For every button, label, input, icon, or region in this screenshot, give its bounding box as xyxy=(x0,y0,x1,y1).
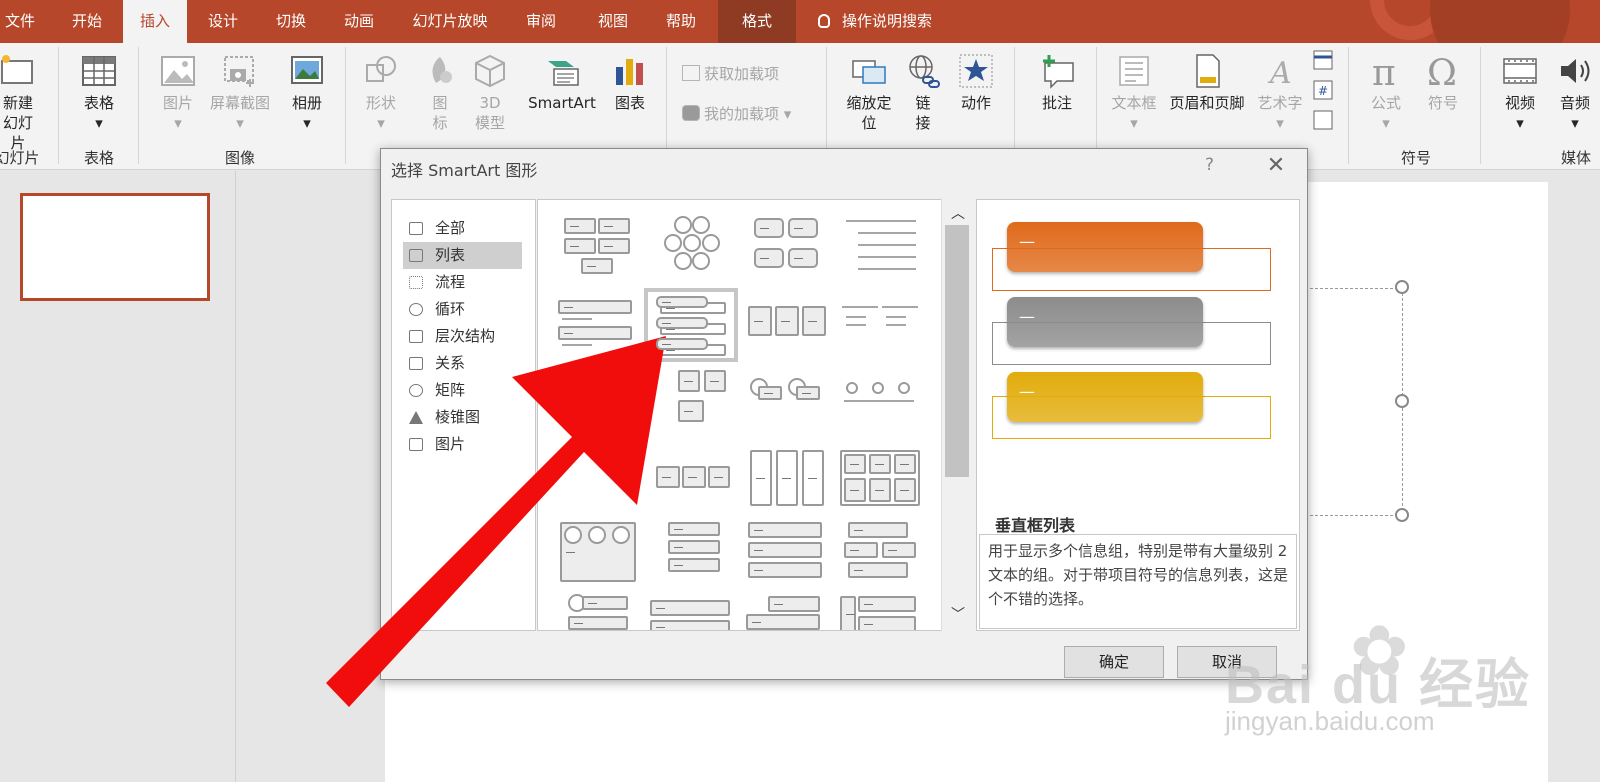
watermark-url: jingyan.baidu.com xyxy=(1225,706,1435,736)
